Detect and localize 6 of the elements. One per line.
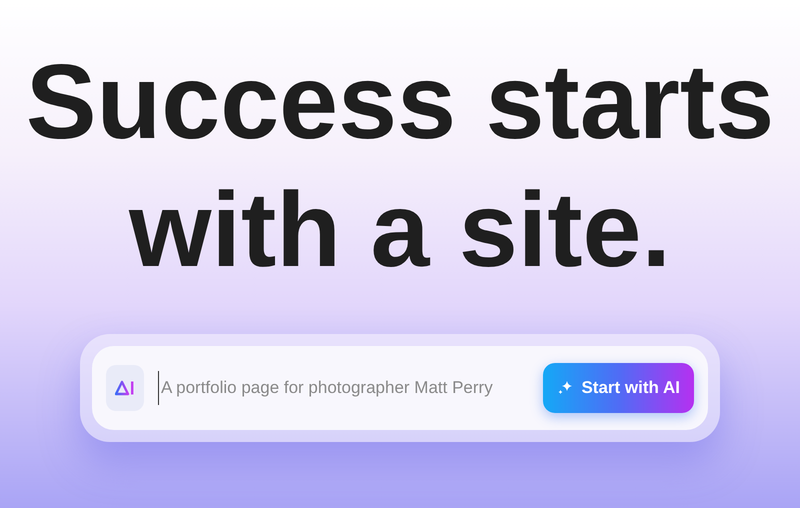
headline: Success starts (26, 42, 774, 163)
ai-logo-icon (106, 365, 144, 411)
prompt-field[interactable]: A portfolio page for photographer Matt Perry (158, 371, 530, 405)
start-with-ai-button[interactable]: Start with AI (543, 363, 694, 413)
sparkle-icon (557, 380, 574, 396)
headline: with a site. (129, 170, 671, 291)
